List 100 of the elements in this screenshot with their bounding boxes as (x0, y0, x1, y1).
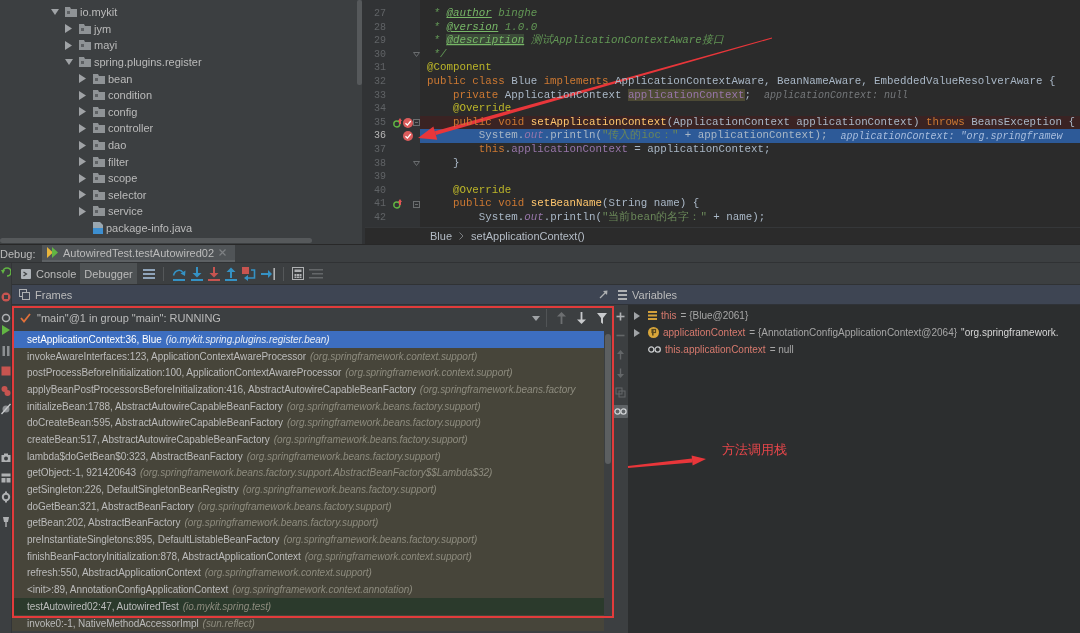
stack-frame[interactable]: getSingleton:226, DefaultSingletonBeanRegistry (org.springframework.beans.factory.support) (12, 481, 604, 498)
folder-icon (93, 73, 105, 84)
fold-icon[interactable] (413, 160, 420, 166)
breadcrumb[interactable]: Blue (430, 230, 453, 242)
code-line: System.out.println("当前bean的名字：" + name); (478, 210, 766, 225)
diagonal-arrow-icon[interactable] (599, 290, 608, 299)
scrollbar-thumb[interactable] (0, 238, 312, 243)
tool-tab[interactable]: Debugger (80, 263, 137, 284)
tree-item[interactable]: dao (108, 139, 127, 152)
tree-item[interactable]: filter (108, 155, 129, 168)
tree-item[interactable]: bean (108, 72, 133, 85)
caret-right-icon[interactable] (634, 328, 640, 337)
fold-icon[interactable] (413, 200, 420, 208)
code-line: this.applicationContext = applicationContext; (478, 142, 771, 157)
caret-right-icon[interactable] (79, 74, 86, 84)
frames-icon (19, 289, 30, 300)
run-to-cursor-icon[interactable] (260, 266, 275, 281)
ring-icon[interactable] (0, 312, 11, 324)
double-triangle-icon (47, 247, 58, 258)
breakpoint-icon[interactable] (403, 117, 413, 128)
stack-frame[interactable]: postProcessBeforeInitialization:100, ApplicationContextAwareProcessor (org.springframework.context.support) (12, 364, 604, 382)
chevron-right-icon (459, 232, 465, 240)
step-over-icon[interactable] (171, 266, 186, 281)
stack-frame[interactable]: <init>:89, AnnotationConfigApplicationContext (org.springframework.context.annotation) (12, 581, 604, 598)
variable-name[interactable]: applicationContext (663, 327, 746, 338)
list-icon (648, 311, 657, 320)
stack-frame[interactable]: createBean:517, AbstractAutowireCapableBeanFactory (org.springframework.beans.factory.support) (12, 431, 604, 448)
stop-circle-icon[interactable] (0, 291, 11, 303)
caret-right-icon[interactable] (65, 41, 72, 50)
caret-right-icon[interactable] (79, 190, 86, 200)
caret-right-icon[interactable] (79, 90, 86, 100)
caret-right-icon[interactable] (79, 157, 86, 167)
stack-frame[interactable]: preInstantiateSingletons:895, DefaultListableBeanFactory (org.springframework.beans.factory.support) (12, 531, 604, 548)
folder-icon (93, 106, 105, 117)
session-tab[interactable]: AutowiredTest.testAutowired02 (42, 245, 236, 262)
arrow-down-icon[interactable] (577, 312, 586, 324)
filter-icon[interactable] (597, 312, 607, 324)
tree-item[interactable]: jym (94, 22, 112, 35)
tree-item[interactable]: mayi (94, 39, 118, 52)
circular-arrow-icon[interactable] (0, 266, 11, 278)
variable-name[interactable]: this.applicationContext (665, 344, 766, 355)
line-number: 36 (373, 129, 386, 143)
variable-name[interactable]: this (661, 310, 677, 321)
console-icon (21, 268, 31, 279)
caret-right-icon[interactable] (79, 123, 86, 133)
tool-tab[interactable]: Console (17, 263, 81, 284)
pause-icon[interactable] (0, 345, 11, 357)
stack-frame[interactable]: setApplicationContext:36, Blue (io.mykit.spring.plugins.register.bean) (12, 331, 604, 348)
breakpoints-icon[interactable] (0, 385, 11, 397)
fold-icon[interactable] (413, 52, 420, 58)
layout-icon[interactable] (0, 472, 11, 484)
tree-item[interactable]: scope (108, 172, 138, 185)
stack-frame[interactable]: testAutowired02:47, AutowiredTest (io.mykit.spring.test) (12, 598, 604, 615)
breakpoint-icon[interactable] (403, 131, 413, 142)
caret-right-icon[interactable] (79, 107, 86, 117)
tree-item[interactable]: spring.plugins.register (94, 56, 202, 69)
stop-icon[interactable] (0, 365, 11, 377)
code-line: @Component (427, 61, 492, 75)
folder-icon (93, 123, 105, 134)
caret-right-icon[interactable] (79, 206, 86, 216)
code-line: System.out.println("传入的ioc：" + applicationContext); (478, 129, 828, 143)
caret-right-icon[interactable] (65, 24, 72, 34)
inline-value-hint: applicationContext: null (764, 89, 909, 101)
caret-right-icon[interactable] (79, 173, 86, 183)
folder-icon (93, 173, 105, 184)
caret-down-icon[interactable] (51, 9, 59, 16)
force-step-into-icon[interactable] (207, 266, 220, 281)
code-line: public class Blue implements ApplicationContextAware, BeanNameAware, EmbeddedValueResolverAware { (427, 74, 1056, 89)
tree-item[interactable]: condition (108, 89, 153, 102)
inline-value-hint: applicationContext: "org.springframew (840, 130, 1063, 142)
list-icon (618, 289, 627, 300)
scrollbar-thumb[interactable] (357, 0, 362, 85)
code-line: * @description 测试ApplicationContextAware接口 (433, 34, 724, 48)
settings-icon[interactable] (0, 491, 11, 503)
tree-item[interactable]: io.mykit (80, 6, 118, 19)
tree-item[interactable]: config (108, 105, 138, 118)
tree-item[interactable]: selector (108, 188, 147, 201)
step-out-icon[interactable] (224, 266, 237, 281)
tree-item[interactable]: controller (108, 122, 154, 135)
breadcrumb[interactable]: setApplicationContext() (471, 230, 585, 242)
mute-breakpoints-icon[interactable] (0, 403, 11, 415)
panel-title: Variables (632, 288, 678, 301)
step-into-icon[interactable] (190, 266, 203, 281)
caret-down-icon[interactable] (65, 59, 73, 66)
tree-item[interactable]: package-info.java (106, 222, 193, 234)
code-line: * @version 1.0.0 (433, 20, 538, 34)
caret-right-icon[interactable] (634, 311, 640, 320)
override-icon (393, 117, 402, 128)
calculator-icon[interactable] (291, 267, 304, 280)
scrollbar-thumb[interactable] (605, 334, 611, 464)
folder-icon (93, 90, 105, 101)
drop-frame-icon[interactable] (241, 266, 256, 281)
pin-icon[interactable] (0, 516, 11, 528)
caret-down-icon (532, 315, 540, 321)
tree-item[interactable]: service (108, 205, 143, 218)
stack-frame[interactable]: doCreateBean:595, AbstractAutowireCapableBeanFactory (org.springframework.beans.factory.support) (12, 414, 604, 432)
caret-right-icon[interactable] (79, 140, 86, 150)
stack-frame[interactable]: applyBeanPostProcessorsBeforeInitialization:416, AbstractAutowireCapableBeanFactory (org.springframework.beans.factory (12, 381, 604, 398)
list-icon[interactable] (142, 268, 155, 279)
camera-icon[interactable] (0, 452, 11, 464)
